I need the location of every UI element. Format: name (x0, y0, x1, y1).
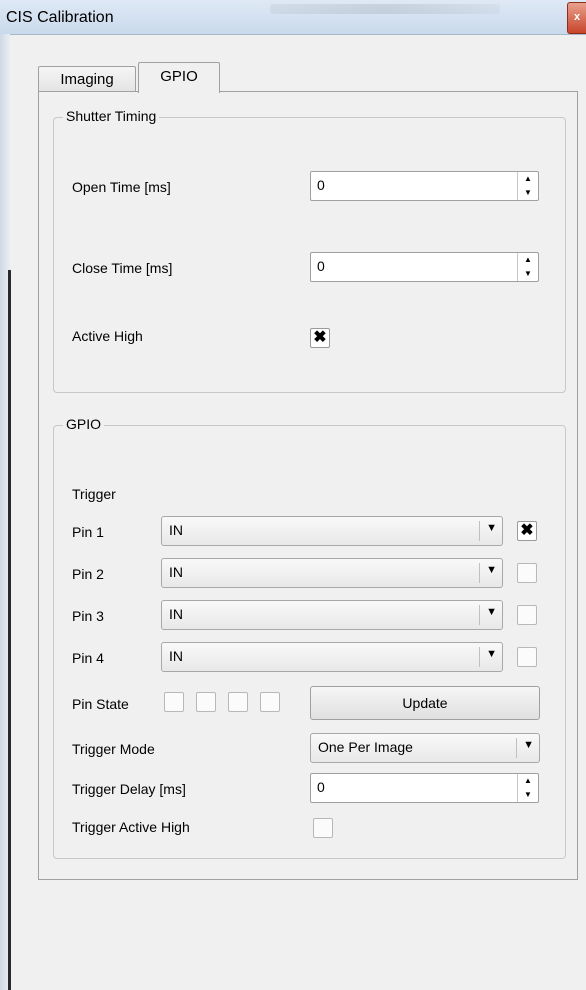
shutter-timing-title: Shutter Timing (63, 108, 160, 124)
trigger-delay-value: 0 (317, 779, 325, 795)
shutter-timing-group: Shutter Timing Open Time [ms] 0 ▲ ▼ Clos… (53, 108, 566, 393)
pin-state-4-indicator (260, 692, 280, 712)
gpio-tab-panel: Shutter Timing Open Time [ms] 0 ▲ ▼ Clos… (38, 91, 578, 880)
trigger-delay-spinbox[interactable]: 0 ▲ ▼ (310, 773, 539, 803)
trigger-mode-select[interactable]: One Per Image ▼ (310, 733, 540, 763)
chevron-down-icon: ▼ (486, 522, 497, 534)
pin-4-label: Pin 4 (72, 650, 104, 666)
trigger-active-high-checkbox[interactable] (313, 818, 333, 838)
tab-imaging-label: Imaging (60, 71, 114, 88)
update-button[interactable]: Update (310, 686, 540, 720)
gpio-group: GPIO Trigger Pin 1 IN ▼ ✖ Pin 2 IN ▼ Pin… (53, 416, 566, 859)
combo-separator (479, 605, 480, 625)
chevron-down-icon: ▼ (523, 739, 534, 751)
pin-3-label: Pin 3 (72, 608, 104, 624)
tab-imaging[interactable]: Imaging (38, 66, 136, 93)
tab-gpio[interactable]: GPIO (138, 62, 220, 93)
close-time-spin-arrows[interactable]: ▲ ▼ (517, 253, 538, 281)
trigger-delay-label: Trigger Delay [ms] (72, 781, 186, 797)
pin-3-value: IN (169, 606, 183, 622)
title-bar: CIS Calibration x (0, 0, 586, 35)
tab-gpio-label: GPIO (160, 68, 198, 85)
pin-1-label: Pin 1 (72, 524, 104, 540)
gpio-group-title: GPIO (63, 416, 105, 432)
window-left-edge (8, 270, 11, 990)
combo-separator (479, 563, 480, 583)
trigger-label: Trigger (72, 486, 116, 502)
spin-up-icon[interactable]: ▲ (518, 253, 538, 267)
pin-3-checkbox[interactable] (517, 605, 537, 625)
pin-2-checkbox[interactable] (517, 563, 537, 583)
check-mark-icon: ✖ (313, 329, 327, 346)
check-mark-icon: ✖ (520, 522, 534, 539)
trigger-mode-label: Trigger Mode (72, 741, 155, 757)
calibration-window: CIS Calibration x Imaging GPIO Shutter T… (0, 0, 586, 990)
close-button[interactable]: x (567, 2, 586, 34)
pin-1-value: IN (169, 522, 183, 538)
active-high-label: Active High (72, 328, 143, 344)
window-title: CIS Calibration (6, 9, 114, 26)
close-time-value: 0 (317, 258, 325, 274)
pin-4-select[interactable]: IN ▼ (161, 642, 503, 672)
spin-up-icon[interactable]: ▲ (518, 172, 538, 186)
open-time-spinbox[interactable]: 0 ▲ ▼ (310, 171, 539, 201)
pin-4-checkbox[interactable] (517, 647, 537, 667)
pin-2-value: IN (169, 564, 183, 580)
background-window-ghost (270, 4, 500, 14)
pin-state-2-indicator (196, 692, 216, 712)
close-icon: x (573, 11, 581, 23)
trigger-active-high-label: Trigger Active High (72, 819, 190, 835)
combo-separator (479, 521, 480, 541)
active-high-checkbox[interactable]: ✖ (310, 328, 330, 348)
pin-state-label: Pin State (72, 696, 129, 712)
open-time-value: 0 (317, 177, 325, 193)
spin-down-icon[interactable]: ▼ (518, 267, 538, 281)
chevron-down-icon: ▼ (486, 606, 497, 618)
update-button-label: Update (402, 695, 448, 711)
open-time-spin-arrows[interactable]: ▲ ▼ (517, 172, 538, 200)
pin-1-select[interactable]: IN ▼ (161, 516, 503, 546)
spin-down-icon[interactable]: ▼ (518, 186, 538, 200)
close-time-spinbox[interactable]: 0 ▲ ▼ (310, 252, 539, 282)
combo-separator (516, 738, 517, 758)
combo-separator (479, 647, 480, 667)
open-time-label: Open Time [ms] (72, 179, 171, 195)
pin-2-label: Pin 2 (72, 566, 104, 582)
spin-down-icon[interactable]: ▼ (518, 788, 538, 802)
trigger-delay-spin-arrows[interactable]: ▲ ▼ (517, 774, 538, 802)
chevron-down-icon: ▼ (486, 564, 497, 576)
pin-1-checkbox[interactable]: ✖ (517, 521, 537, 541)
trigger-mode-value: One Per Image (318, 739, 413, 755)
chevron-down-icon: ▼ (486, 648, 497, 660)
spin-up-icon[interactable]: ▲ (518, 774, 538, 788)
pin-4-value: IN (169, 648, 183, 664)
pin-state-3-indicator (228, 692, 248, 712)
close-time-label: Close Time [ms] (72, 260, 173, 276)
pin-3-select[interactable]: IN ▼ (161, 600, 503, 630)
pin-2-select[interactable]: IN ▼ (161, 558, 503, 588)
pin-state-1-indicator (164, 692, 184, 712)
